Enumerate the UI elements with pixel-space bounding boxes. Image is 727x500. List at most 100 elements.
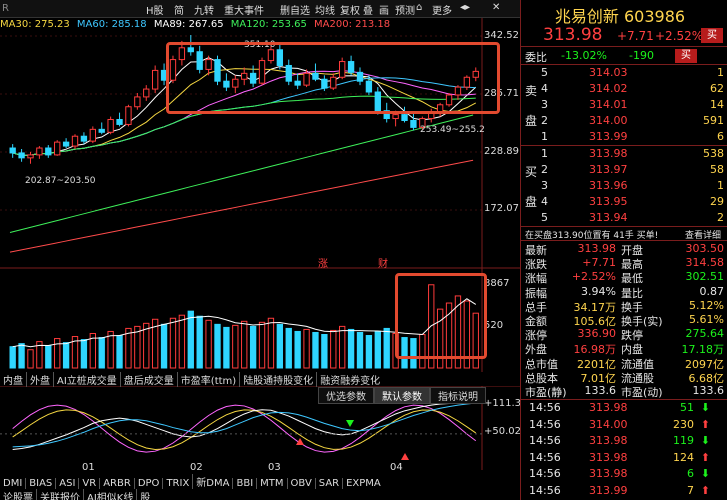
volume-bar[interactable] xyxy=(321,334,328,369)
buy-button[interactable]: 买 xyxy=(675,49,697,63)
tab-hkconnect-holdings[interactable]: 陆股通持股变化 xyxy=(239,372,316,387)
tab-discuss[interactable]: 论股票 xyxy=(0,489,36,500)
tab-arbr[interactable]: ARBR xyxy=(99,478,134,489)
candle[interactable] xyxy=(18,149,25,162)
event-marker-2[interactable]: 财 xyxy=(378,255,388,270)
volume-bar[interactable] xyxy=(178,314,186,369)
tab-bias[interactable]: BIAS xyxy=(25,478,55,489)
tab-after-hours-volume[interactable]: 盘后成交量 xyxy=(119,372,177,387)
volume-bar[interactable] xyxy=(9,346,16,369)
buy-level-row[interactable]: 5 313.94 2 xyxy=(521,211,727,227)
volume-bar[interactable] xyxy=(205,319,212,369)
candle[interactable] xyxy=(80,132,88,145)
candle[interactable] xyxy=(45,145,52,158)
volume-bar[interactable] xyxy=(116,335,123,369)
volume-bar[interactable] xyxy=(45,345,52,369)
candle[interactable] xyxy=(89,126,96,144)
volume-bar[interactable] xyxy=(125,327,132,369)
candle[interactable] xyxy=(125,104,132,127)
optimal-params-button[interactable]: 优选参数 xyxy=(318,387,374,404)
volume-bar[interactable] xyxy=(374,330,381,369)
volume-bar[interactable] xyxy=(383,327,390,369)
tab-asi[interactable]: ASI xyxy=(55,478,78,489)
event-marker-1[interactable]: 涨 xyxy=(318,255,328,270)
sell-level-row[interactable]: 3 314.01 14 xyxy=(521,98,727,114)
tab-stock[interactable]: 股 xyxy=(136,489,153,500)
volume-bar[interactable] xyxy=(258,321,266,369)
candle[interactable] xyxy=(134,92,141,110)
sell-level-row[interactable]: 1 313.99 6 xyxy=(521,130,727,146)
buy-level-row[interactable]: 4 313.95 29 xyxy=(521,195,727,211)
tab-sar[interactable]: SAR xyxy=(314,478,342,489)
volume-bar[interactable] xyxy=(223,326,230,369)
candle[interactable] xyxy=(62,138,70,149)
volume-bar[interactable] xyxy=(54,338,61,369)
tab-pe-ttm[interactable]: 市盈率(ttm) xyxy=(176,372,239,387)
volume-bar[interactable] xyxy=(294,330,301,369)
volume-bar[interactable] xyxy=(303,328,310,369)
candle[interactable] xyxy=(143,85,150,101)
candle[interactable] xyxy=(71,134,79,149)
buy-level-row[interactable]: 3 313.96 1 xyxy=(521,179,727,195)
tab-new-dma[interactable]: 新DMA xyxy=(192,474,232,489)
tab-trix[interactable]: TRIX xyxy=(162,478,192,489)
candle[interactable] xyxy=(36,146,43,159)
tab-mtm[interactable]: MTM xyxy=(256,478,286,489)
candle[interactable] xyxy=(27,151,34,164)
tab-waipan[interactable]: 外盘 xyxy=(26,372,53,387)
tab-obv[interactable]: OBV xyxy=(286,478,315,489)
indicator-help-button[interactable]: 指标说明 xyxy=(430,387,486,404)
volume-bar[interactable] xyxy=(196,315,203,369)
stat-row: 总股本 7.01亿 流通股 6.68亿 xyxy=(521,370,727,385)
add-button[interactable]: 买 xyxy=(701,28,723,43)
default-params-button[interactable]: 默认参数 xyxy=(374,387,430,404)
tab-dmi[interactable]: DMI xyxy=(0,478,25,489)
volume-bar[interactable] xyxy=(267,317,275,369)
volume-bar[interactable] xyxy=(241,320,248,369)
tab-related-quotes[interactable]: 关联报价 xyxy=(36,489,83,500)
volume-bar[interactable] xyxy=(62,342,70,369)
candle[interactable] xyxy=(54,140,61,156)
volume-bar[interactable] xyxy=(187,310,194,369)
tab-dpo[interactable]: DPO xyxy=(133,478,163,489)
tab-expma[interactable]: EXPMA xyxy=(342,478,384,489)
candle[interactable] xyxy=(98,122,105,135)
trade-volume: 51 xyxy=(680,401,694,414)
sell-level-row[interactable]: 4 314.02 62 xyxy=(521,82,727,98)
volume-bar[interactable] xyxy=(80,339,88,369)
candle[interactable] xyxy=(9,144,16,158)
volume-bar[interactable] xyxy=(365,335,373,369)
tab-vr[interactable]: VR xyxy=(78,478,99,489)
volume-bar[interactable] xyxy=(160,323,168,369)
tab-bbi[interactable]: BBI xyxy=(232,478,256,489)
buy-level-row[interactable]: 1 313.98 538 xyxy=(521,147,727,163)
tab-ai-similar-kline[interactable]: AI相似K线 xyxy=(83,489,136,500)
tab-ai-volume[interactable]: AI立桩成交量 xyxy=(53,372,120,387)
volume-bar[interactable] xyxy=(169,317,177,369)
candle[interactable] xyxy=(410,112,417,131)
candle[interactable] xyxy=(151,65,159,93)
sell-level-row[interactable]: 2 314.00 591 xyxy=(521,114,727,130)
buy-level-row[interactable]: 2 313.97 58 xyxy=(521,163,727,179)
volume-bar[interactable] xyxy=(339,325,346,369)
volume-bar[interactable] xyxy=(347,328,355,369)
volume-bar[interactable] xyxy=(330,329,337,369)
annot-low: 202.87~203.50 xyxy=(25,176,96,186)
volume-bar[interactable] xyxy=(232,324,239,369)
volume-bar[interactable] xyxy=(214,323,221,369)
tab-neipan[interactable]: 内盘 xyxy=(0,372,26,387)
volume-bar[interactable] xyxy=(27,349,34,369)
volume-bar[interactable] xyxy=(356,331,364,369)
volume-bar[interactable] xyxy=(18,343,25,369)
candle[interactable] xyxy=(116,112,123,127)
volume-bar[interactable] xyxy=(312,331,319,369)
volume-bar[interactable] xyxy=(276,323,284,369)
volume-bar[interactable] xyxy=(98,337,105,369)
volume-bar[interactable] xyxy=(285,327,292,369)
candle[interactable] xyxy=(107,116,114,135)
volume-bar[interactable] xyxy=(249,325,257,369)
tab-margin-change[interactable]: 融资融券变化 xyxy=(316,372,383,387)
volume-bar[interactable] xyxy=(107,330,114,369)
sell-level-row[interactable]: 5 314.03 1 xyxy=(521,66,727,82)
kline-chart-area[interactable]: R H股 简 九转 重大事件 删自选 均线 复权 叠 画 预测 更多 ⌂ ◂▸ … xyxy=(0,0,521,500)
